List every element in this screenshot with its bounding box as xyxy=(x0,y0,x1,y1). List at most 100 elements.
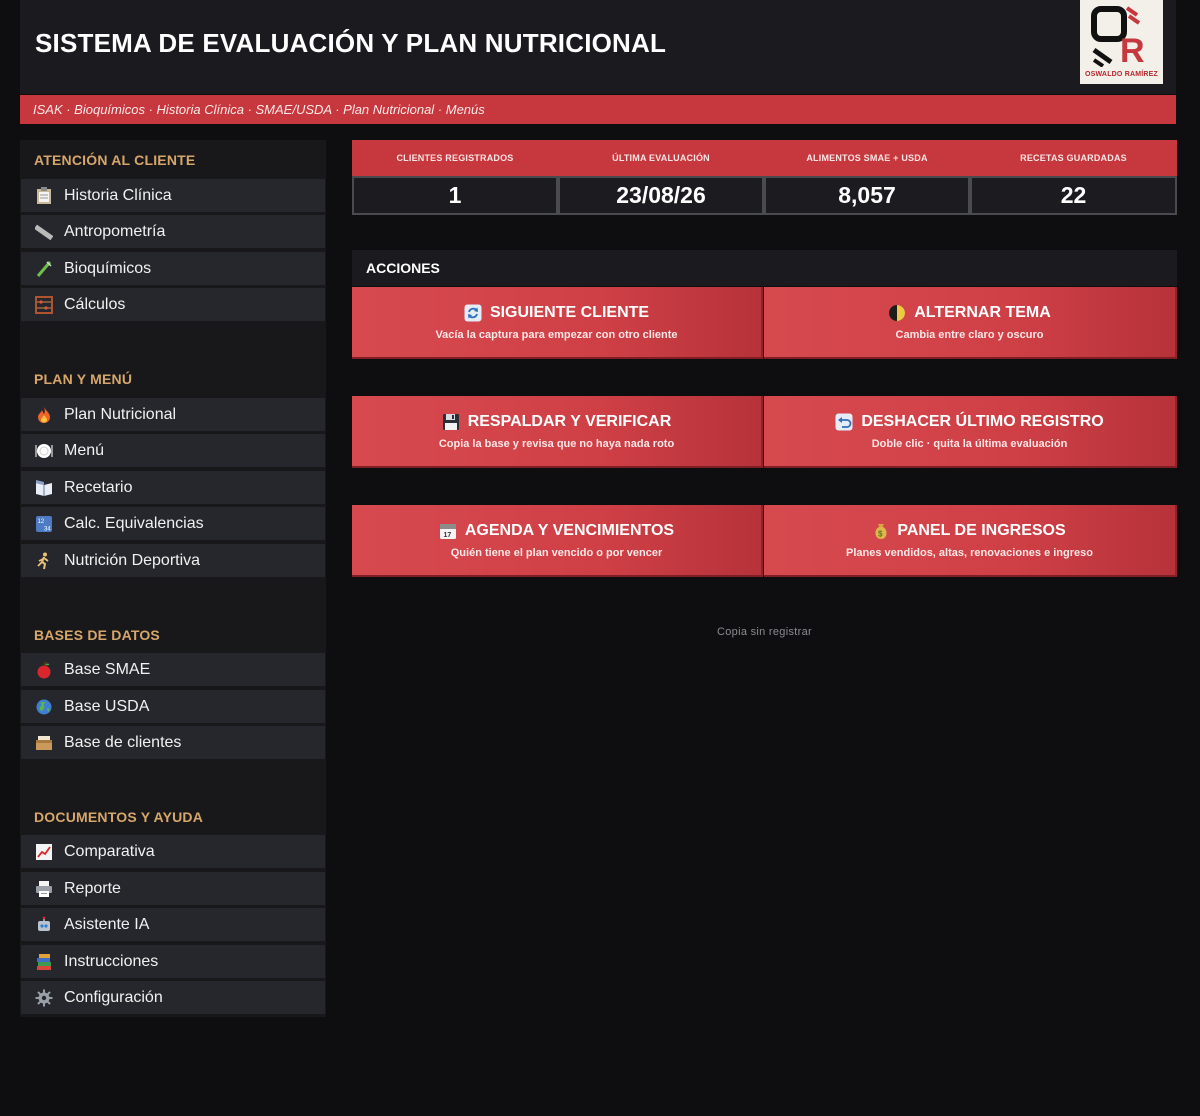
sidebar-item-base-usda[interactable]: Base USDA xyxy=(21,690,325,723)
actions-title: ACCIONES xyxy=(352,250,1177,286)
globe-icon xyxy=(35,698,53,716)
sidebar-item-label: Reporte xyxy=(64,879,121,897)
sidebar-item-bioquimicos[interactable]: Bioquímicos xyxy=(21,252,325,285)
action-subtitle: Doble clic · quita la última evaluación xyxy=(871,438,1068,450)
sidebar-item-label: Cálculos xyxy=(64,295,126,313)
sidebar-item-label: Asistente IA xyxy=(64,915,150,933)
action-title: DESHACER ÚLTIMO REGISTRO xyxy=(861,413,1104,430)
stat-label: ÚLTIMA EVALUACIÓN xyxy=(558,140,764,176)
sidebar-item-base-smae[interactable]: Base SMAE xyxy=(21,653,325,686)
svg-text:17: 17 xyxy=(443,532,451,539)
sidebar-item-label: Antropometría xyxy=(64,222,166,240)
sidebar-item-recetario[interactable]: Recetario xyxy=(21,471,325,504)
action-title: PANEL DE INGRESOS xyxy=(897,522,1066,539)
clipboard-icon xyxy=(35,186,53,205)
book-icon xyxy=(35,479,53,497)
stat-value: 1 xyxy=(352,176,558,215)
sidebar-item-label: Configuración xyxy=(64,988,163,1006)
sidebar-item-label: Base SMAE xyxy=(64,660,151,678)
gear-icon xyxy=(35,989,53,1007)
sidebar-item-plan-nutricional[interactable]: Plan Nutricional xyxy=(21,398,325,431)
sidebar-item-instrucciones[interactable]: Instrucciones xyxy=(21,945,325,978)
books-icon xyxy=(35,953,53,971)
action-title: RESPALDAR Y VERIFICAR xyxy=(467,413,672,430)
action-title: ALTERNAR TEMA xyxy=(914,304,1051,321)
section-title-bases-datos: BASES DE DATOS xyxy=(34,627,160,643)
section-title-atencion: ATENCIÓN AL CLIENTE xyxy=(34,152,196,168)
stat-clientes-registrados: CLIENTES REGISTRADOS 1 xyxy=(352,140,558,215)
floppy-icon xyxy=(442,413,460,431)
sidebar-item-label: Base USDA xyxy=(64,697,150,715)
card-box-icon xyxy=(35,734,53,752)
undo-icon xyxy=(835,413,853,431)
sidebar-item-base-clientes[interactable]: Base de clientes xyxy=(21,726,325,759)
svg-text:12: 12 xyxy=(38,519,45,525)
page-title: SISTEMA DE EVALUACIÓN Y PLAN NUTRICIONAL xyxy=(35,28,667,58)
sidebar-item-calc-equivalencias[interactable]: 12 34 Calc. Equivalencias xyxy=(21,507,325,540)
sidebar-item-label: Base de clientes xyxy=(64,733,182,751)
svg-text:R: R xyxy=(1120,32,1145,67)
chart-up-icon xyxy=(35,843,53,861)
action-title: AGENDA Y VENCIMIENTOS xyxy=(464,522,675,539)
sidebar-item-label: Nutrición Deportiva xyxy=(64,551,201,569)
sidebar-item-antropometria[interactable]: Antropometría xyxy=(21,215,325,248)
logo-caption: OSWALDO RAMÍREZ xyxy=(1085,71,1158,78)
sidebar-item-configuracion[interactable]: Configuración xyxy=(21,981,325,1014)
backup-verify-button[interactable]: RESPALDAR Y VERIFICAR Copia la base y re… xyxy=(352,396,763,468)
modules-banner: ISAK · Bioquímicos · Historia Clínica · … xyxy=(20,95,1176,124)
stat-value: 8,057 xyxy=(764,176,970,215)
sidebar-item-label: Instrucciones xyxy=(64,952,159,970)
svg-text:$: $ xyxy=(878,530,883,539)
refresh-icon xyxy=(464,304,482,322)
action-subtitle: Quién tiene el plan vencido o por vencer xyxy=(450,547,663,559)
income-panel-button[interactable]: $ PANEL DE INGRESOS Planes vendidos, alt… xyxy=(764,505,1177,577)
stat-value: 22 xyxy=(970,176,1177,215)
ruler-icon xyxy=(35,223,53,241)
calendar-icon: 17 xyxy=(439,522,457,540)
sidebar-item-label: Calc. Equivalencias xyxy=(64,514,204,532)
sidebar-item-comparativa[interactable]: Comparativa xyxy=(21,835,325,868)
logo-mark-icon: R xyxy=(1091,6,1145,67)
action-subtitle: Copia la base y revisa que no haya nada … xyxy=(438,438,675,450)
test-tube-icon xyxy=(35,260,53,278)
sidebar-item-calculos[interactable]: Cálculos xyxy=(21,288,325,321)
app-header: SISTEMA DE EVALUACIÓN Y PLAN NUTRICIONAL… xyxy=(20,0,1176,94)
stat-label: ALIMENTOS SMAE + USDA xyxy=(764,140,970,176)
sidebar-item-label: Comparativa xyxy=(64,842,155,860)
brand-logo: R OSWALDO RAMÍREZ xyxy=(1080,0,1163,84)
section-title-plan-menu: PLAN Y MENÚ xyxy=(34,371,133,387)
numbers-icon: 12 34 xyxy=(35,515,53,533)
agenda-button[interactable]: 17 AGENDA Y VENCIMIENTOS Quién tiene el … xyxy=(352,505,763,577)
action-title: SIGUIENTE CLIENTE xyxy=(489,304,650,321)
stat-alimentos: ALIMENTOS SMAE + USDA 8,057 xyxy=(764,140,970,215)
runner-icon xyxy=(35,552,53,570)
stat-recetas-guardadas: RECETAS GUARDADAS 22 xyxy=(970,140,1177,215)
stat-ultima-evaluacion: ÚLTIMA EVALUACIÓN 23/08/26 xyxy=(558,140,764,215)
printer-icon xyxy=(35,880,53,898)
stat-label: RECETAS GUARDADAS xyxy=(970,140,1177,176)
action-subtitle: Cambia entre claro y oscuro xyxy=(895,329,1044,341)
undo-last-record-button[interactable]: DESHACER ÚLTIMO REGISTRO Doble clic · qu… xyxy=(764,396,1177,468)
sidebar-item-reporte[interactable]: Reporte xyxy=(21,872,325,905)
action-subtitle: Planes vendidos, altas, renovaciones e i… xyxy=(846,547,1093,559)
money-bag-icon: $ xyxy=(873,522,889,540)
section-title-documentos-ayuda: DOCUMENTOS Y AYUDA xyxy=(34,809,204,825)
stat-label: CLIENTES REGISTRADOS xyxy=(352,140,558,176)
sidebar-item-historia-clinica[interactable]: Historia Clínica xyxy=(21,179,325,212)
svg-text:34: 34 xyxy=(44,526,51,532)
sidebar: ATENCIÓN AL CLIENTE Historia Clínica Ant… xyxy=(20,140,326,1017)
sidebar-item-label: Bioquímicos xyxy=(64,259,152,277)
toggle-theme-button[interactable]: ALTERNAR TEMA Cambia entre claro y oscur… xyxy=(764,287,1177,359)
sidebar-item-label: Historia Clínica xyxy=(64,186,172,204)
apple-icon xyxy=(35,660,53,679)
moon-icon xyxy=(888,304,906,322)
sidebar-item-menu[interactable]: Menú xyxy=(21,434,325,467)
stat-value: 23/08/26 xyxy=(558,176,764,215)
sidebar-item-asistente-ia[interactable]: Asistente IA xyxy=(21,908,325,941)
sidebar-item-nutricion-deportiva[interactable]: Nutrición Deportiva xyxy=(21,544,325,577)
sidebar-item-label: Recetario xyxy=(64,478,133,496)
action-subtitle: Vacía la captura para empezar con otro c… xyxy=(435,329,678,341)
next-client-button[interactable]: SIGUIENTE CLIENTE Vacía la captura para … xyxy=(352,287,763,359)
fire-icon xyxy=(35,406,53,424)
robot-icon xyxy=(35,916,53,934)
